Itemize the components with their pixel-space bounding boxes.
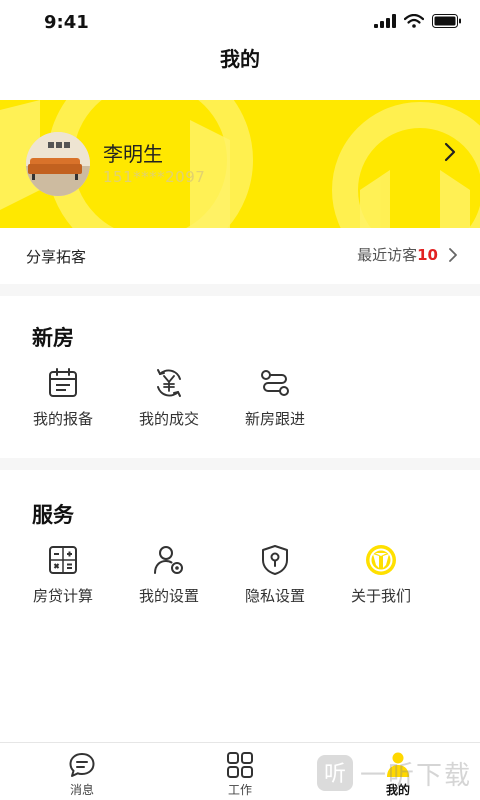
- services-tiles: 房贷计算 我的设置 隐私设置 关于我们: [0, 543, 480, 623]
- tile-new-house-follow[interactable]: 新房跟进: [222, 366, 328, 446]
- profile-banner[interactable]: 李明生 151****2097: [0, 100, 480, 228]
- section-divider: [0, 458, 480, 470]
- wifi-icon: [404, 14, 424, 28]
- tile-label: 关于我们: [350, 587, 411, 605]
- tile-label: 新房跟进: [244, 410, 305, 428]
- svg-text:听: 听: [324, 762, 346, 787]
- status-bar: 9:41: [0, 0, 480, 44]
- yen-cycle-icon: [157, 369, 181, 397]
- user-phone: 151****2097: [103, 168, 206, 186]
- tab-messages[interactable]: 消息: [29, 751, 135, 798]
- tile-label: 房贷计算: [32, 587, 93, 605]
- share-label[interactable]: 分享拓客: [26, 246, 86, 267]
- recent-visitors[interactable]: 最近访客 10: [357, 244, 458, 265]
- section-title-new-house: 新房: [32, 326, 74, 350]
- tab-label: 消息: [69, 783, 94, 797]
- chevron-right-icon[interactable]: [442, 140, 458, 164]
- avatar-photo-icon: [26, 132, 90, 196]
- follow-up-icon: [261, 370, 289, 396]
- tile-about-us[interactable]: 关于我们: [328, 543, 434, 623]
- calculator-icon: [49, 546, 77, 574]
- tile-my-deals[interactable]: 我的成交: [116, 366, 222, 446]
- watermark-text: 一听下载: [359, 760, 472, 791]
- section-title-services: 服务: [32, 503, 74, 527]
- visitors-count: 10: [417, 245, 438, 264]
- watermark: 听 一听下载: [316, 754, 472, 792]
- visitors-label: 最近访客: [357, 246, 418, 264]
- tile-label: 隐私设置: [244, 587, 305, 605]
- new-house-tiles: 我的报备 我的成交 新房跟进: [0, 366, 480, 446]
- shield-lock-icon: [262, 545, 288, 575]
- user-settings-icon: [154, 546, 183, 574]
- tile-label: 我的成交: [138, 410, 199, 428]
- tile-my-settings[interactable]: 我的设置: [116, 543, 222, 623]
- user-name: 李明生: [103, 142, 163, 166]
- signal-icon: [374, 14, 396, 28]
- tile-privacy-settings[interactable]: 隐私设置: [222, 543, 328, 623]
- tile-my-report[interactable]: 我的报备: [10, 366, 116, 446]
- tile-label: 我的报备: [32, 410, 93, 428]
- status-icons: [374, 14, 462, 28]
- status-time: 9:41: [44, 12, 89, 33]
- tab-work[interactable]: 工作: [187, 751, 293, 798]
- page-title: 我的: [220, 47, 260, 71]
- tile-label: 我的设置: [138, 587, 199, 605]
- calendar-icon: [49, 368, 77, 397]
- watermark-logo-icon: 听: [316, 755, 353, 791]
- avatar[interactable]: [26, 132, 90, 196]
- battery-icon: [432, 14, 461, 28]
- share-row[interactable]: 分享拓客 最近访客 10: [0, 228, 480, 284]
- grid-icon: [227, 752, 253, 778]
- message-icon: [69, 753, 95, 777]
- chevron-right-icon: [449, 247, 457, 262]
- tile-mortgage-calculator[interactable]: 房贷计算: [10, 543, 116, 623]
- tab-label: 工作: [227, 783, 252, 797]
- brand-logo-icon: [366, 545, 396, 575]
- section-divider: [0, 284, 480, 296]
